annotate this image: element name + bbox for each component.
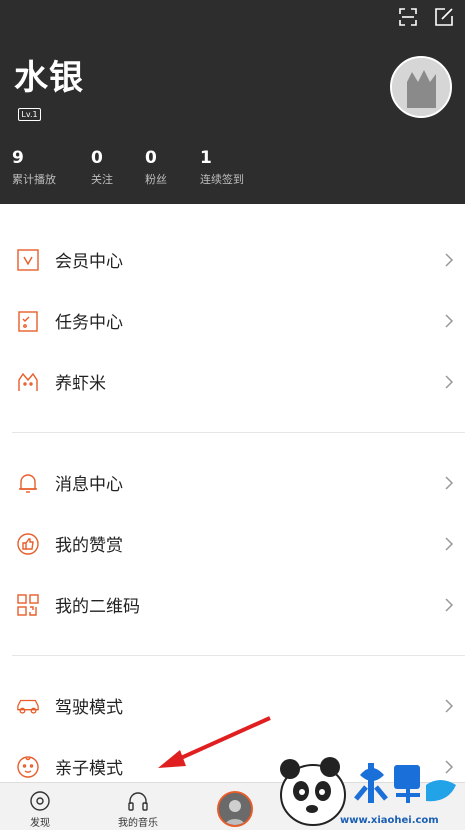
stat-following[interactable]: 0 关注 — [91, 148, 113, 187]
headphones-icon — [128, 792, 148, 811]
section-divider — [12, 655, 465, 656]
stat-checkin[interactable]: 1 连续签到 — [200, 148, 244, 187]
level-badge: Lv.1 — [18, 108, 41, 121]
chevron-right-icon — [445, 536, 454, 551]
profile-header: 水银 Lv.1 9 累计播放 0 关注 0 粉丝 1 连续签到 — [0, 0, 465, 204]
task-icon — [16, 309, 40, 333]
nav-my-music[interactable]: 我的音乐 — [110, 783, 166, 830]
menu-item-my-qrcode[interactable]: 我的二维码 — [0, 574, 465, 635]
edit-icon[interactable] — [433, 6, 455, 28]
menu-label: 亲子模式 — [55, 759, 123, 779]
chevron-right-icon — [445, 313, 454, 328]
menu-label: 消息中心 — [55, 475, 123, 495]
thumb-up-icon — [16, 532, 40, 556]
username[interactable]: 水银 — [14, 50, 84, 99]
menu-label: 会员中心 — [55, 252, 123, 272]
menu-label: 我的二维码 — [55, 597, 140, 617]
menu-label: 我的赞赏 — [55, 536, 123, 556]
baby-icon — [16, 755, 40, 779]
menu-label: 养虾米 — [55, 374, 106, 394]
disc-icon — [30, 791, 50, 811]
bell-icon — [16, 471, 40, 495]
watermark-url: www.xiaohei.com — [340, 815, 439, 826]
vip-icon — [16, 248, 40, 272]
nav-discover[interactable]: 发现 — [20, 783, 60, 830]
chevron-right-icon — [445, 252, 454, 267]
qrcode-icon — [16, 593, 40, 617]
stat-plays[interactable]: 9 累计播放 — [12, 148, 56, 187]
car-icon — [16, 694, 40, 718]
stat-fans[interactable]: 0 粉丝 — [145, 148, 167, 187]
chevron-right-icon — [445, 374, 454, 389]
header-actions — [397, 6, 455, 28]
chevron-right-icon — [445, 698, 454, 713]
menu-label: 驾驶模式 — [55, 698, 123, 718]
section-divider — [12, 432, 465, 433]
menu-item-task-center[interactable]: 任务中心 — [0, 290, 465, 351]
xiami-pet-icon — [16, 370, 40, 394]
menu-label: 任务中心 — [55, 313, 123, 333]
menu-item-xiami-pet[interactable]: 养虾米 — [0, 351, 465, 412]
menu-item-message-center[interactable]: 消息中心 — [0, 452, 465, 513]
annotation-arrow — [158, 716, 271, 768]
now-playing-disc[interactable] — [217, 791, 253, 827]
avatar[interactable] — [390, 56, 452, 118]
chevron-right-icon — [445, 475, 454, 490]
chevron-right-icon — [445, 597, 454, 612]
menu-item-my-appreciation[interactable]: 我的赞赏 — [0, 513, 465, 574]
menu-item-vip-center[interactable]: 会员中心 — [0, 229, 465, 290]
scan-icon[interactable] — [397, 6, 419, 28]
